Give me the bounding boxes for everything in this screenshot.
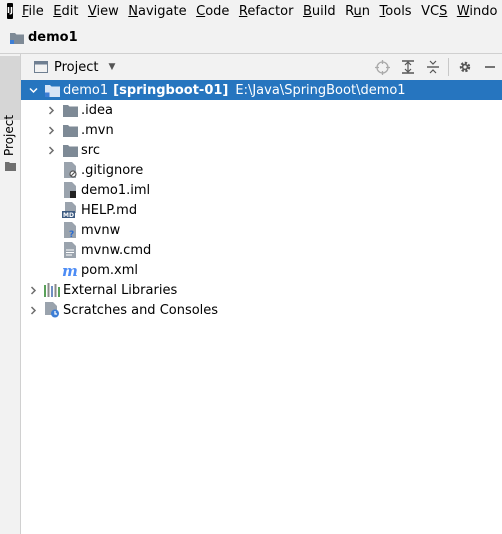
menu-code[interactable]: Code: [196, 4, 229, 19]
menu-vcs[interactable]: VCS: [421, 4, 447, 19]
menu-window[interactable]: Windo: [457, 4, 498, 19]
tree-item-label: demo1.iml: [81, 182, 151, 198]
tree-item-label: .idea: [81, 102, 113, 118]
breadcrumb-project[interactable]: demo1: [28, 30, 78, 45]
maven-icon: m: [62, 262, 78, 278]
scratches-icon: [44, 302, 60, 318]
tree-item-mvn[interactable]: .mvn: [21, 120, 502, 140]
tree-item-label: pom.xml: [81, 262, 138, 278]
unknown-file-icon: ?: [62, 222, 78, 238]
menu-bar: IJ File Edit View Navigate Code Refactor…: [0, 0, 502, 22]
chevron-right-icon[interactable]: [45, 125, 57, 135]
locate-icon[interactable]: [370, 59, 395, 75]
chevron-right-icon[interactable]: [27, 285, 39, 295]
menu-run[interactable]: Run: [345, 4, 370, 19]
tree-item-scratches[interactable]: Scratches and Consoles: [21, 300, 502, 320]
toolbar-divider: [448, 58, 449, 76]
folder-icon: [62, 102, 78, 118]
tree-item-mvnw-cmd[interactable]: mvnw.cmd: [21, 240, 502, 260]
tree-item-pom-xml[interactable]: m pom.xml: [21, 260, 502, 280]
library-icon: [44, 282, 60, 298]
folder-icon: [5, 160, 16, 175]
chevron-down-icon[interactable]: ▼: [108, 62, 115, 72]
root-path: E:\Java\SpringBoot\demo1: [235, 82, 406, 98]
tree-item-idea[interactable]: .idea: [21, 100, 502, 120]
tree-item-demo1-iml[interactable]: demo1.iml: [21, 180, 502, 200]
project-view-selector[interactable]: Project: [54, 60, 98, 75]
folder-icon: [10, 32, 24, 44]
tree-item-gitignore[interactable]: .gitignore: [21, 160, 502, 180]
tree-item-help-md[interactable]: MD HELP.md: [21, 200, 502, 220]
tree-item-label: Scratches and Consoles: [63, 302, 219, 318]
tree-item-label: mvnw.cmd: [81, 242, 152, 258]
folder-icon: [62, 122, 78, 138]
root-module-name: [springboot-01]: [113, 82, 229, 98]
menu-refactor[interactable]: Refactor: [239, 4, 294, 19]
project-tab-label: Project: [2, 114, 16, 156]
svg-text:MD: MD: [63, 212, 74, 218]
text-file-icon: [62, 242, 78, 258]
tree-item-mvnw[interactable]: ? mvnw: [21, 220, 502, 240]
chevron-right-icon[interactable]: [27, 305, 39, 315]
svg-text:?: ?: [69, 230, 74, 238]
menu-navigate[interactable]: Navigate: [128, 4, 186, 19]
gitignore-file-icon: [62, 162, 78, 178]
expand-all-icon[interactable]: [395, 60, 420, 74]
tree-item-external-libraries[interactable]: External Libraries: [21, 280, 502, 300]
tree-item-label: External Libraries: [63, 282, 178, 298]
tree-item-label: src: [81, 142, 100, 158]
chevron-right-icon[interactable]: [45, 145, 57, 155]
folder-icon: [44, 82, 60, 98]
tree-item-label: .mvn: [81, 122, 114, 138]
tree-root-demo1[interactable]: demo1 [springboot-01] E:\Java\SpringBoot…: [21, 80, 502, 100]
menu-build[interactable]: Build: [303, 4, 336, 19]
tree-item-label: HELP.md: [81, 202, 138, 218]
gear-icon[interactable]: [452, 60, 477, 74]
collapse-all-icon[interactable]: [420, 60, 445, 74]
menu-view[interactable]: View: [88, 4, 119, 19]
menu-edit[interactable]: Edit: [53, 4, 78, 19]
project-tool-tab[interactable]: Project: [0, 56, 20, 171]
tree-item-src[interactable]: src: [21, 140, 502, 160]
chevron-right-icon[interactable]: [45, 105, 57, 115]
root-name: demo1: [63, 82, 109, 98]
svg-text:m: m: [62, 262, 78, 278]
project-toolwindow-header: Project ▼: [21, 54, 502, 80]
chevron-down-icon[interactable]: [27, 86, 39, 95]
menu-tools[interactable]: Tools: [380, 4, 412, 19]
minimize-icon[interactable]: [477, 61, 502, 73]
app-logo-icon: IJ: [7, 3, 13, 19]
module-file-icon: [62, 182, 78, 198]
navigation-bar: demo1: [0, 22, 502, 54]
folder-icon: [62, 142, 78, 158]
project-view-icon: [34, 61, 48, 73]
tree-item-label: mvnw: [81, 222, 121, 238]
tree-item-label: .gitignore: [81, 162, 144, 178]
markdown-icon: MD: [62, 202, 78, 218]
menu-file[interactable]: File: [22, 4, 44, 19]
